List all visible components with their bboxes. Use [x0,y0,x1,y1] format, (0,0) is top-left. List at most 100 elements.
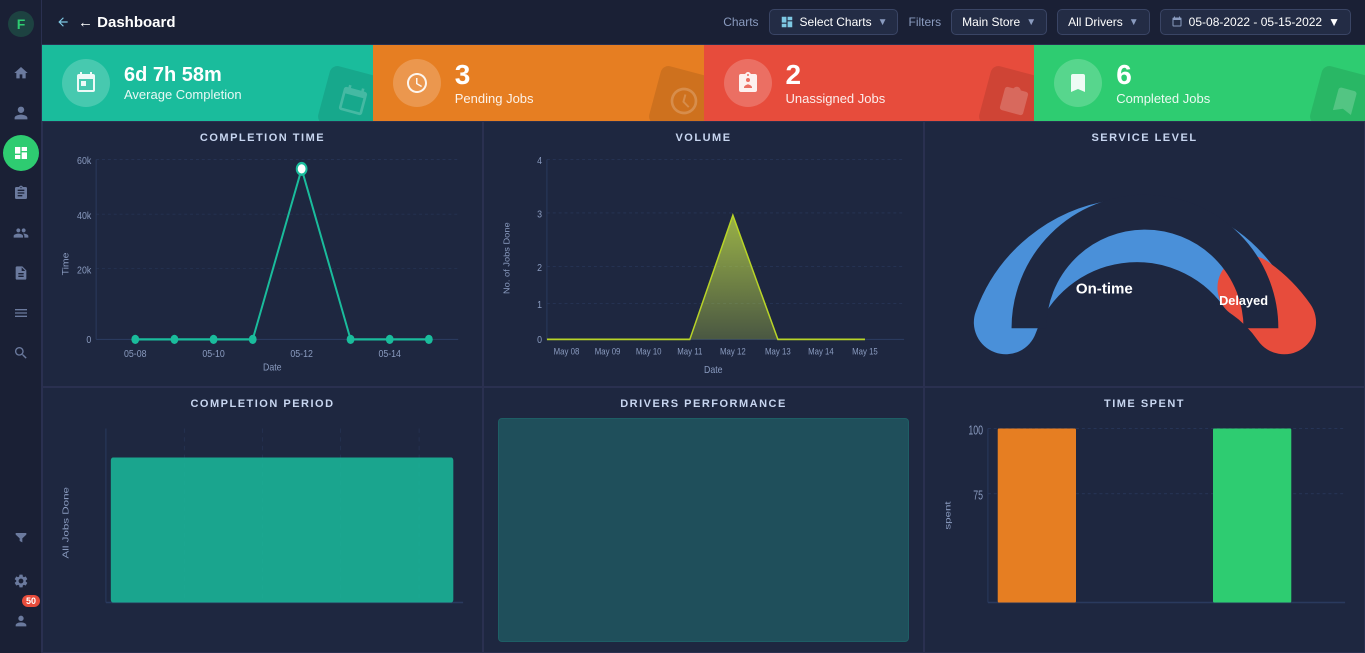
time-spent-body: 100 75 spent [939,414,1350,646]
select-charts-label: Select Charts [800,15,872,29]
store-label: Main Store [962,15,1020,29]
store-chevron-icon: ▼ [1026,17,1036,28]
svg-text:No. of Jobs Done: No. of Jobs Done [502,222,511,294]
reports-icon[interactable] [3,255,39,291]
drivers-dropdown[interactable]: All Drivers ▼ [1057,9,1150,35]
charts-label: Charts [723,15,758,29]
completion-period-chart: COMPLETION PERIOD All Jobs Done [42,387,483,653]
svg-text:May 10: May 10 [636,346,662,357]
svg-text:May 08: May 08 [554,346,580,357]
pending-jobs-card: 3 Pending Jobs [373,45,704,121]
unassigned-jobs-card: 2 Unassigned Jobs [704,45,1035,121]
avg-completion-corner-icon [316,64,373,121]
team-icon[interactable] [3,215,39,251]
date-chevron-icon: ▼ [1328,15,1340,29]
volume-title: VOLUME [498,132,909,144]
filters-label: Filters [908,15,941,29]
svg-text:spent: spent [944,501,953,530]
completed-jobs-number: 6 [1116,61,1210,89]
svg-text:All Jobs Done: All Jobs Done [62,486,71,558]
main-content: ← Dashboard Charts Select Charts ▼ Filte… [42,0,1365,653]
svg-text:May 15: May 15 [852,346,878,357]
drivers-performance-chart: DRIVERS PERFORMANCE [483,387,924,653]
svg-text:4: 4 [537,156,542,168]
svg-text:May 13: May 13 [765,346,791,357]
clipboard-icon[interactable] [3,175,39,211]
svg-text:Date: Date [263,362,282,374]
pending-jobs-icon [393,59,441,107]
svg-text:Date: Date [704,364,723,376]
service-level-chart: SERVICE LEVEL On-time Delayed [924,121,1365,387]
svg-text:20k: 20k [77,265,91,277]
svg-text:05-12: 05-12 [290,348,312,360]
avg-completion-label: Average Completion [124,87,242,102]
svg-text:May 12: May 12 [720,346,746,357]
search-icon[interactable] [3,335,39,371]
svg-text:75: 75 [973,489,983,503]
svg-text:May 09: May 09 [595,346,621,357]
avg-completion-number: 6d 7h 58m [124,65,242,85]
stats-row: 6d 7h 58m Average Completion 3 Pending J… [42,45,1365,121]
select-charts-dropdown[interactable]: Select Charts ▼ [769,9,899,35]
svg-text:On-time: On-time [1075,280,1132,297]
settings-icon[interactable] [3,563,39,599]
users-icon[interactable] [3,95,39,131]
list-icon[interactable] [3,295,39,331]
completion-time-body: 60k 40k 20k 0 Time 05-08 05-10 05-12 05-… [57,148,468,380]
notification-badge: 50 [22,595,40,607]
date-range-label: 05-08-2022 - 05-15-2022 [1189,15,1322,29]
avg-completion-card: 6d 7h 58m Average Completion [42,45,373,121]
unassigned-corner-icon [978,64,1035,121]
completed-jobs-card: 6 Completed Jobs [1034,45,1365,121]
pending-corner-icon [647,64,704,121]
completion-time-chart: COMPLETION TIME 60k 40k 20k 0 Time [42,121,483,387]
svg-text:100: 100 [968,424,983,438]
svg-text:0: 0 [537,334,542,346]
drivers-label: All Drivers [1068,15,1123,29]
svg-text:40k: 40k [77,210,91,222]
pending-jobs-number: 3 [455,61,534,89]
profile-icon[interactable] [3,603,39,639]
date-range-picker[interactable]: 05-08-2022 - 05-15-2022 ▼ [1160,9,1351,35]
drivers-performance-title: DRIVERS PERFORMANCE [498,398,909,410]
completed-jobs-icon [1054,59,1102,107]
svg-text:1: 1 [537,299,542,311]
svg-text:3: 3 [537,209,542,221]
page-title: ← Dashboard [78,14,176,31]
volume-chart: VOLUME 4 3 2 1 0 No. of [483,121,924,387]
sidebar-logo[interactable]: F [7,10,35,43]
avg-completion-icon [62,59,110,107]
service-level-title: SERVICE LEVEL [939,132,1350,144]
completed-jobs-label: Completed Jobs [1116,91,1210,106]
completion-period-body: All Jobs Done [57,414,468,646]
svg-text:0: 0 [86,334,91,346]
drivers-chevron-icon: ▼ [1129,17,1139,28]
unassigned-jobs-number: 2 [786,61,886,89]
svg-text:May 14: May 14 [808,346,834,357]
pending-jobs-label: Pending Jobs [455,91,534,106]
back-button[interactable] [56,15,70,29]
completion-period-title: COMPLETION PERIOD [57,398,468,410]
volume-body: 4 3 2 1 0 No. of Jobs Done May 08 May 09… [498,148,909,380]
time-spent-chart: TIME SPENT 100 75 spent [924,387,1365,653]
svg-text:Delayed: Delayed [1219,293,1268,308]
svg-text:60k: 60k [77,156,91,168]
filter-icon[interactable] [3,519,39,555]
svg-text:05-14: 05-14 [378,348,401,360]
charts-area: COMPLETION TIME 60k 40k 20k 0 Time [42,121,1365,653]
drivers-performance-body [498,418,909,642]
chevron-down-icon: ▼ [878,17,888,28]
time-spent-title: TIME SPENT [939,398,1350,410]
svg-text:05-08: 05-08 [124,348,146,360]
store-dropdown[interactable]: Main Store ▼ [951,9,1047,35]
header: ← Dashboard Charts Select Charts ▼ Filte… [42,0,1365,45]
svg-text:05-10: 05-10 [202,348,224,360]
completed-corner-icon [1308,64,1365,121]
unassigned-jobs-label: Unassigned Jobs [786,91,886,106]
svg-text:Time: Time [61,253,71,276]
service-level-body: On-time Delayed [939,148,1350,380]
completion-time-title: COMPLETION TIME [57,132,468,144]
dashboard-icon[interactable] [3,135,39,171]
home-icon[interactable] [3,55,39,91]
svg-text:2: 2 [537,262,542,274]
